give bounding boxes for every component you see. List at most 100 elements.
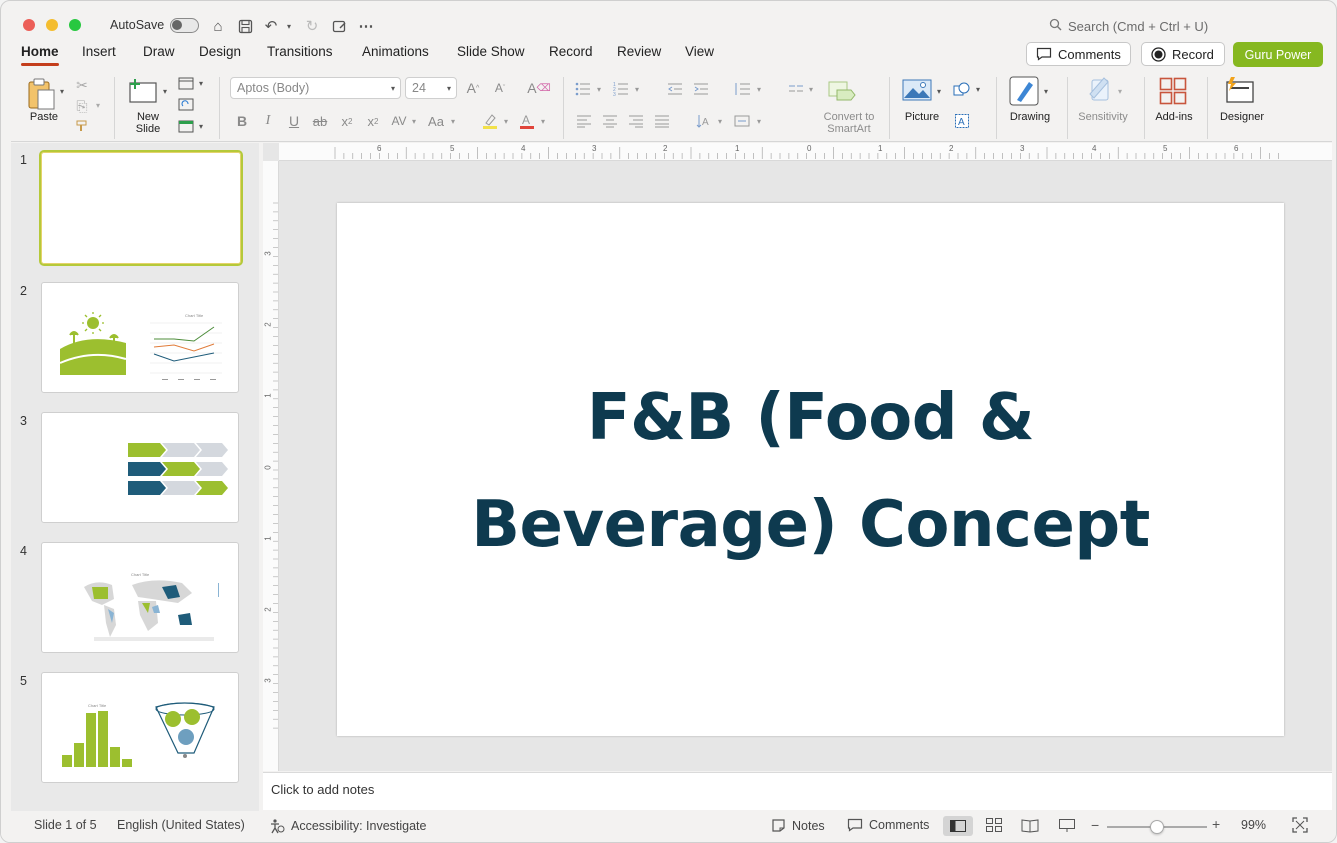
align-left-icon[interactable] [575,112,593,130]
new-slide-dropdown-icon[interactable]: ▾ [163,87,167,96]
picture-icon[interactable] [902,78,934,104]
undo-dropdown-icon[interactable]: ▾ [284,15,294,37]
tab-animations[interactable]: Animations [362,44,429,59]
reset-slide-icon[interactable] [177,96,195,112]
zoom-slider-thumb[interactable] [1150,820,1164,834]
font-color-icon[interactable]: A [517,111,537,131]
font-size-select[interactable]: 24 ▾ [405,77,457,99]
text-box-icon[interactable]: A [952,112,972,130]
slide-thumbnail-5[interactable]: Chart Title [41,672,239,783]
sensitivity-dropdown-icon[interactable]: ▾ [1118,87,1122,96]
columns-icon[interactable] [787,80,805,98]
tab-record[interactable]: Record [549,44,593,59]
tab-home[interactable]: Home [21,44,59,66]
search-box[interactable]: Search (Cmd + Ctrl + U) [1049,18,1208,34]
numbering-icon[interactable]: 123 [612,80,630,98]
subscript-icon[interactable]: x2 [364,112,382,130]
redo-icon[interactable]: ↻ [301,15,323,37]
record-button[interactable]: Record [1141,42,1225,66]
superscript-icon[interactable]: x2 [338,112,356,130]
comments-toggle-button[interactable]: Comments [847,818,929,832]
paste-dropdown-icon[interactable]: ▾ [60,87,64,96]
paste-icon[interactable] [25,77,61,111]
more-options-icon[interactable]: ⋯ [356,15,376,37]
text-direction-dropdown-icon[interactable]: ▾ [718,117,722,126]
current-slide[interactable]: F&B (Food & Beverage) Concept [337,203,1284,736]
align-text-icon[interactable] [732,112,752,130]
copy-dropdown-icon[interactable]: ▾ [96,101,100,110]
zoom-window-button[interactable] [69,19,81,31]
zoom-out-button[interactable]: − [1091,817,1099,833]
new-slide-icon[interactable] [128,77,162,107]
picture-dropdown-icon[interactable]: ▾ [937,87,941,96]
font-color-dropdown-icon[interactable]: ▾ [541,117,545,126]
columns-dropdown-icon[interactable]: ▾ [809,85,813,94]
zoom-level[interactable]: 99% [1241,818,1266,832]
tab-view[interactable]: View [685,44,714,59]
minimize-window-button[interactable] [46,19,58,31]
slide-show-button[interactable] [1059,818,1075,836]
slide-thumbnail-4[interactable]: Chart Title [41,542,239,653]
notes-toggle-button[interactable]: Notes [771,818,825,833]
copy-icon[interactable]: ⎘ [74,98,90,114]
accessibility-button[interactable]: Accessibility: Investigate [269,818,426,834]
tab-review[interactable]: Review [617,44,661,59]
cut-icon[interactable]: ✂ [74,77,90,93]
customize-toolbar-icon[interactable] [328,15,350,37]
tab-insert[interactable]: Insert [82,44,116,59]
underline-icon[interactable]: U [286,112,302,130]
strikethrough-icon[interactable]: ab [311,112,329,130]
add-ins-icon[interactable] [1159,77,1189,107]
text-direction-icon[interactable]: A [695,112,715,130]
undo-icon[interactable]: ↶ [261,15,281,37]
smartart-icon[interactable] [827,78,861,104]
autosave-toggle[interactable] [170,18,199,33]
slide-thumbnail-1[interactable] [39,150,243,266]
normal-view-button[interactable] [943,816,973,836]
character-spacing-icon[interactable]: AV [389,112,409,130]
tab-design[interactable]: Design [199,44,241,59]
line-spacing-dropdown-icon[interactable]: ▾ [757,85,761,94]
align-text-dropdown-icon[interactable]: ▾ [757,117,761,126]
highlight-dropdown-icon[interactable]: ▾ [504,117,508,126]
tab-transitions[interactable]: Transitions [267,44,333,59]
character-spacing-dropdown-icon[interactable]: ▾ [412,117,416,126]
decrease-font-size-icon[interactable]: Aˇ [491,79,509,97]
clear-formatting-icon[interactable]: A ⌫ [527,79,550,97]
tab-slide-show[interactable]: Slide Show [457,44,525,59]
bullets-dropdown-icon[interactable]: ▾ [597,85,601,94]
slide-thumbnail-3[interactable] [41,412,239,523]
guru-power-button[interactable]: Guru Power [1233,42,1323,67]
reading-view-button[interactable] [1021,818,1039,836]
save-icon[interactable] [234,15,256,37]
section-dropdown-icon[interactable]: ▾ [199,122,203,131]
bullets-icon[interactable] [574,80,592,98]
increase-font-size-icon[interactable]: A ^ [464,79,482,97]
language-indicator[interactable]: English (United States) [117,818,245,832]
zoom-slider[interactable] [1107,820,1207,834]
notes-pane[interactable]: Click to add notes [263,772,1332,810]
home-icon[interactable]: ⌂ [207,15,229,37]
line-spacing-icon[interactable] [732,80,752,98]
format-painter-icon[interactable] [74,118,90,134]
change-case-dropdown-icon[interactable]: ▾ [451,117,455,126]
zoom-in-button[interactable]: + [1212,816,1220,832]
change-case-icon[interactable]: Aa [426,112,446,130]
slide-title[interactable]: F&B (Food & Beverage) Concept [397,365,1224,579]
section-icon[interactable] [177,118,195,134]
tab-draw[interactable]: Draw [143,44,175,59]
layout-dropdown-icon[interactable]: ▾ [199,79,203,88]
highlight-icon[interactable] [480,111,500,131]
slide-thumbnails-panel[interactable]: 1 2 Chart Title 3 4 Chart Title 5 Chart … [11,143,259,811]
layout-icon[interactable] [177,75,195,91]
comments-button[interactable]: Comments [1026,42,1131,66]
slide-sorter-button[interactable] [986,818,1002,836]
bold-icon[interactable]: B [234,112,250,130]
italic-icon[interactable]: I [260,112,276,130]
numbering-dropdown-icon[interactable]: ▾ [635,85,639,94]
slide-thumbnail-2[interactable]: Chart Title [41,282,239,393]
drawing-icon[interactable] [1009,76,1041,108]
align-center-icon[interactable] [601,112,619,130]
justify-icon[interactable] [653,112,671,130]
sensitivity-icon[interactable] [1086,76,1116,106]
